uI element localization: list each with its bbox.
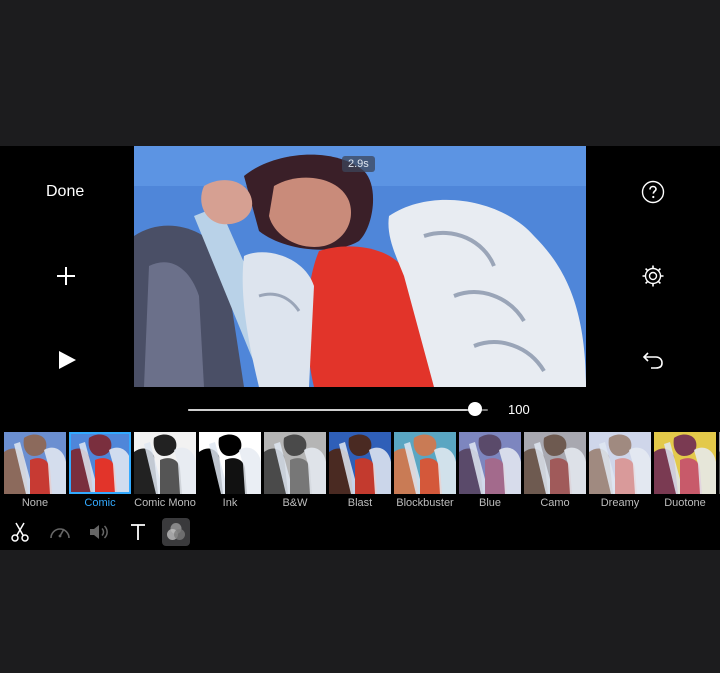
filter-thumbnail: [134, 432, 196, 494]
filter-item[interactable]: Comic Mono: [134, 432, 196, 512]
filter-strip: None Comic Comic Mono Ink B&W Blast Blockbuste…: [0, 432, 720, 512]
edit-toolbar: [0, 512, 720, 550]
speed-icon: [50, 528, 70, 539]
filter-label: Blast: [347, 497, 373, 509]
filter-item[interactable]: Dreamy: [589, 432, 651, 512]
filters-icon: [167, 523, 185, 540]
filter-thumbnail: [199, 432, 261, 494]
filter-label: Ink: [222, 497, 238, 509]
filter-thumbnail: [4, 432, 66, 494]
gear-icon: [642, 265, 664, 287]
filter-thumbnail: [69, 432, 131, 494]
filter-thumbnail: [329, 432, 391, 494]
question-icon: [641, 180, 665, 204]
filter-item[interactable]: None: [4, 432, 66, 512]
video-preview[interactable]: 2.9s: [134, 146, 586, 387]
filter-thumbnail: [459, 432, 521, 494]
scissors-icon: [11, 522, 29, 542]
filter-label: Camo: [540, 497, 570, 509]
filter-item[interactable]: Camo: [524, 432, 586, 512]
filter-item[interactable]: Blockbuster: [394, 432, 456, 512]
speed-button[interactable]: [46, 518, 74, 546]
filter-thumbnail: [394, 432, 456, 494]
plus-icon: [57, 267, 75, 285]
filter-thumbnail: [524, 432, 586, 494]
title-icon: [131, 524, 145, 540]
right-controls: [586, 146, 720, 386]
play-icon: [59, 351, 76, 369]
filter-intensity-slider[interactable]: [188, 402, 488, 418]
filter-thumbnail: [654, 432, 716, 494]
filter-label: Dreamy: [600, 497, 640, 509]
filter-item[interactable]: Blast: [329, 432, 391, 512]
slider-value: 100: [508, 402, 530, 417]
left-controls: Done: [0, 146, 134, 386]
filters-button[interactable]: [162, 518, 190, 546]
filter-label: Blue: [478, 497, 502, 509]
volume-button[interactable]: [85, 518, 113, 546]
undo-button[interactable]: [641, 348, 665, 372]
slider-thumb[interactable]: [468, 402, 482, 416]
help-button[interactable]: [641, 180, 665, 204]
filter-label: Comic Mono: [134, 497, 196, 509]
duration-badge: 2.9s: [342, 156, 375, 172]
scissors-button[interactable]: [6, 518, 34, 546]
add-button[interactable]: [54, 264, 78, 288]
editor-screen: Done 2.9s 100 None Comic Comic Mono Ink …: [0, 146, 720, 550]
filter-label: Duotone: [664, 497, 706, 509]
title-button[interactable]: [124, 518, 152, 546]
filter-item[interactable]: Ink: [199, 432, 261, 512]
filter-label: B&W: [282, 497, 308, 509]
settings-button[interactable]: [641, 264, 665, 288]
filter-label: Comic: [84, 497, 116, 509]
undo-icon: [642, 352, 663, 369]
filter-thumbnail: [264, 432, 326, 494]
filter-item[interactable]: Blue: [459, 432, 521, 512]
filter-item[interactable]: Comic: [69, 432, 131, 512]
filter-item[interactable]: B&W: [264, 432, 326, 512]
volume-icon: [90, 525, 108, 539]
preview-image: [134, 146, 586, 387]
slider-fill: [188, 409, 475, 411]
filter-item[interactable]: Duotone: [654, 432, 716, 512]
filter-label: S: [713, 497, 720, 509]
filter-label: None: [21, 497, 49, 509]
done-button[interactable]: Done: [46, 183, 84, 201]
filter-thumbnail: [589, 432, 651, 494]
filter-label: Blockbuster: [396, 497, 454, 509]
play-button[interactable]: [56, 348, 78, 372]
